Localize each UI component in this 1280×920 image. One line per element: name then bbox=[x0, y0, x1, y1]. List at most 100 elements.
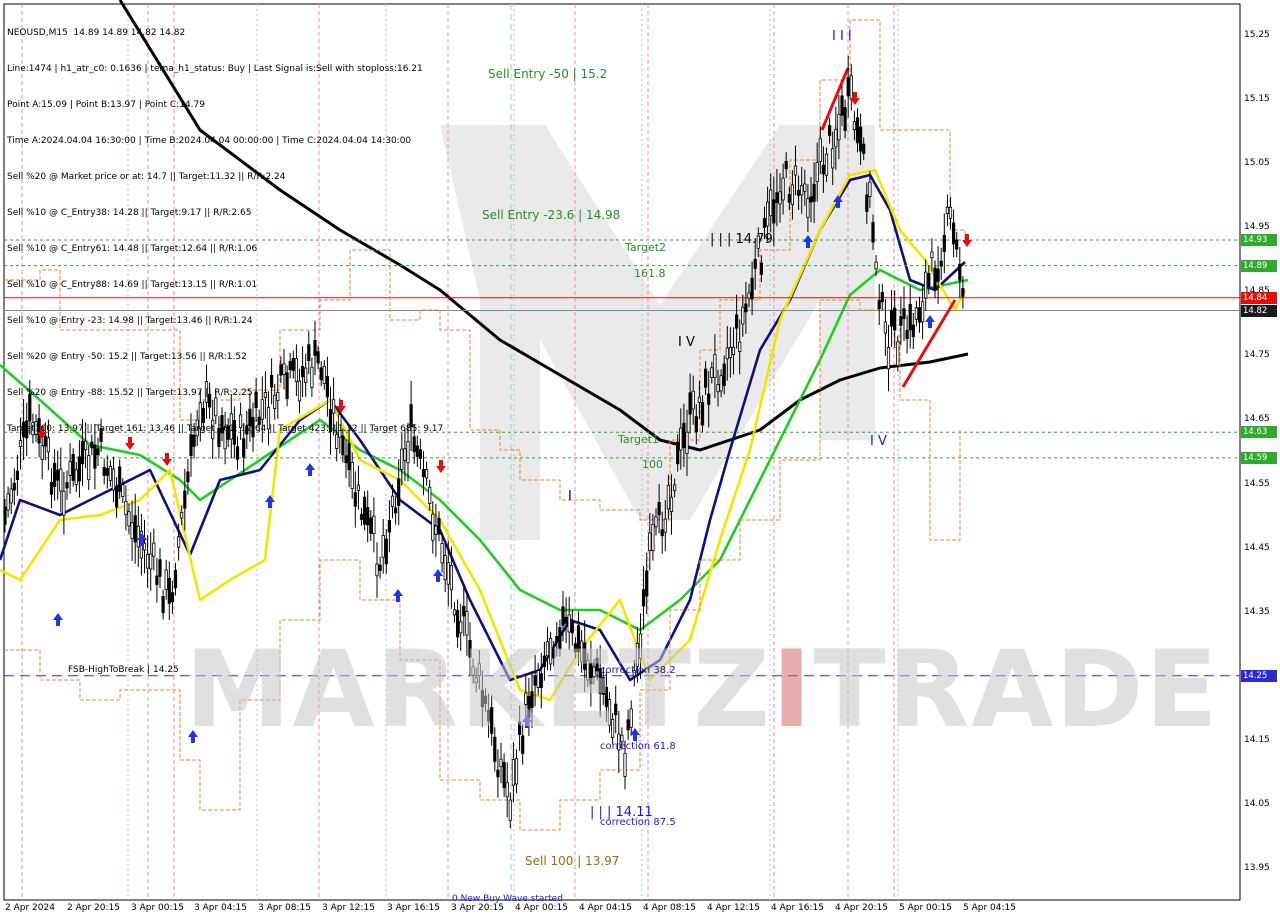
wave-iv-label: I V bbox=[678, 335, 695, 350]
time-tick: 2 Apr 2024 bbox=[5, 903, 55, 913]
candle-body bbox=[849, 75, 853, 100]
target1-label: Target1 bbox=[618, 433, 660, 446]
candle-body bbox=[111, 468, 116, 491]
candle-body bbox=[502, 762, 506, 789]
candle-body bbox=[843, 107, 847, 131]
candle-body bbox=[508, 799, 512, 821]
candle-body bbox=[105, 468, 109, 476]
candle-body bbox=[356, 484, 361, 491]
info-line: Sell %10 @ C_Entry61: 14.48 || Target:12… bbox=[7, 244, 258, 254]
candle-body bbox=[710, 367, 714, 378]
candle-body bbox=[809, 196, 813, 203]
info-line: Time A:2024.04.04 16:30:00 | Time B:2024… bbox=[7, 136, 412, 146]
time-tick: 3 Apr 08:15 bbox=[258, 903, 311, 913]
candle-body bbox=[958, 263, 962, 281]
candle-body bbox=[744, 303, 748, 313]
candle-body bbox=[421, 468, 426, 478]
time-tick: 4 Apr 04:15 bbox=[579, 903, 632, 913]
candle-body bbox=[77, 456, 81, 482]
price-tick: 15.15 bbox=[1244, 94, 1270, 105]
candle-body bbox=[728, 346, 733, 358]
candle-body bbox=[759, 262, 764, 275]
candle-body bbox=[344, 455, 348, 464]
candle-body bbox=[902, 308, 906, 320]
candle-body bbox=[890, 310, 894, 327]
candle-body bbox=[511, 759, 516, 786]
candle-body bbox=[434, 525, 438, 535]
watermark-left: MARKETZ bbox=[185, 628, 772, 751]
candle-body bbox=[40, 445, 44, 460]
candle-body bbox=[921, 301, 925, 323]
candle-body bbox=[707, 393, 711, 405]
candle-body bbox=[496, 769, 500, 778]
candle-body bbox=[645, 570, 649, 597]
sell-arrow-icon bbox=[962, 234, 972, 247]
info-line: NEOUSD,M15 14.89 14.89 14.82 14.82 bbox=[7, 28, 186, 38]
candle-body bbox=[375, 563, 379, 577]
candle-body bbox=[676, 441, 680, 465]
info-line: Point A:15.09 | Point B:13.97 | Point C:… bbox=[7, 100, 205, 110]
candle-body bbox=[49, 481, 54, 495]
candle-body bbox=[164, 569, 168, 590]
time-tick: 3 Apr 12:15 bbox=[322, 903, 375, 913]
info-line: Sell %20 @ Entry -50: 15.2 || Target:13.… bbox=[7, 352, 247, 362]
buy-arrow-icon bbox=[433, 569, 443, 582]
candle-body bbox=[930, 251, 934, 259]
candle-body bbox=[778, 191, 782, 205]
candle-body bbox=[673, 484, 677, 492]
candle-body bbox=[905, 329, 909, 339]
target1-pct-label: 100 bbox=[642, 458, 663, 471]
candle-body bbox=[170, 592, 174, 603]
price-tick: 14.05 bbox=[1244, 798, 1270, 809]
candle-body bbox=[400, 448, 404, 471]
candle-body bbox=[381, 535, 385, 558]
candle-body bbox=[108, 465, 112, 481]
candle-body bbox=[350, 462, 354, 489]
candle-body bbox=[186, 471, 190, 483]
candle-body bbox=[735, 314, 739, 329]
candle-body bbox=[152, 542, 156, 557]
candle-body bbox=[831, 148, 835, 169]
info-line: Sell %10 @ Entry -23: 14.98 || Target:13… bbox=[7, 316, 253, 326]
candle-body bbox=[440, 543, 444, 564]
candle-body bbox=[660, 529, 664, 537]
candle-body bbox=[824, 153, 829, 176]
candle-body bbox=[691, 390, 695, 410]
candle-body bbox=[145, 554, 150, 569]
candle-body bbox=[71, 453, 75, 481]
price-tag: 14.63 bbox=[1241, 426, 1277, 439]
candle-body bbox=[927, 273, 931, 287]
price-tick: 14.75 bbox=[1244, 350, 1270, 361]
price-tag: 14.59 bbox=[1241, 451, 1277, 464]
candle-body bbox=[914, 307, 919, 320]
candle-body bbox=[862, 143, 866, 154]
candle-body bbox=[852, 121, 857, 131]
candle-body bbox=[393, 507, 398, 514]
candle-body bbox=[697, 396, 702, 403]
candle-body bbox=[781, 177, 785, 201]
candle-body bbox=[955, 239, 959, 250]
candle-body bbox=[688, 392, 692, 415]
correction-618-label: correction 61.8 bbox=[600, 741, 676, 752]
candle-body bbox=[753, 258, 757, 269]
candle-body bbox=[384, 538, 388, 565]
candle-body bbox=[750, 277, 754, 300]
candle-body bbox=[167, 577, 171, 604]
candle-body bbox=[133, 515, 137, 543]
candle-body bbox=[121, 484, 125, 497]
time-tick: 4 Apr 20:15 bbox=[835, 903, 888, 913]
candle-body bbox=[651, 523, 655, 551]
candle-body bbox=[124, 500, 128, 516]
candle-body bbox=[855, 117, 860, 144]
buy-arrow-icon bbox=[305, 463, 315, 476]
time-tick: 4 Apr 12:15 bbox=[707, 903, 760, 913]
price-tag: 14.84 bbox=[1241, 291, 1277, 304]
wave-low-label: | | | 14.11 bbox=[590, 805, 653, 820]
price-tag: 14.89 bbox=[1241, 259, 1277, 272]
candle-body bbox=[12, 482, 16, 491]
candle-body bbox=[806, 198, 810, 218]
candle-body bbox=[669, 496, 674, 513]
candle-body bbox=[663, 518, 667, 533]
wave-c-label: | | | 14.79 bbox=[710, 232, 773, 247]
candle-body bbox=[846, 77, 850, 97]
